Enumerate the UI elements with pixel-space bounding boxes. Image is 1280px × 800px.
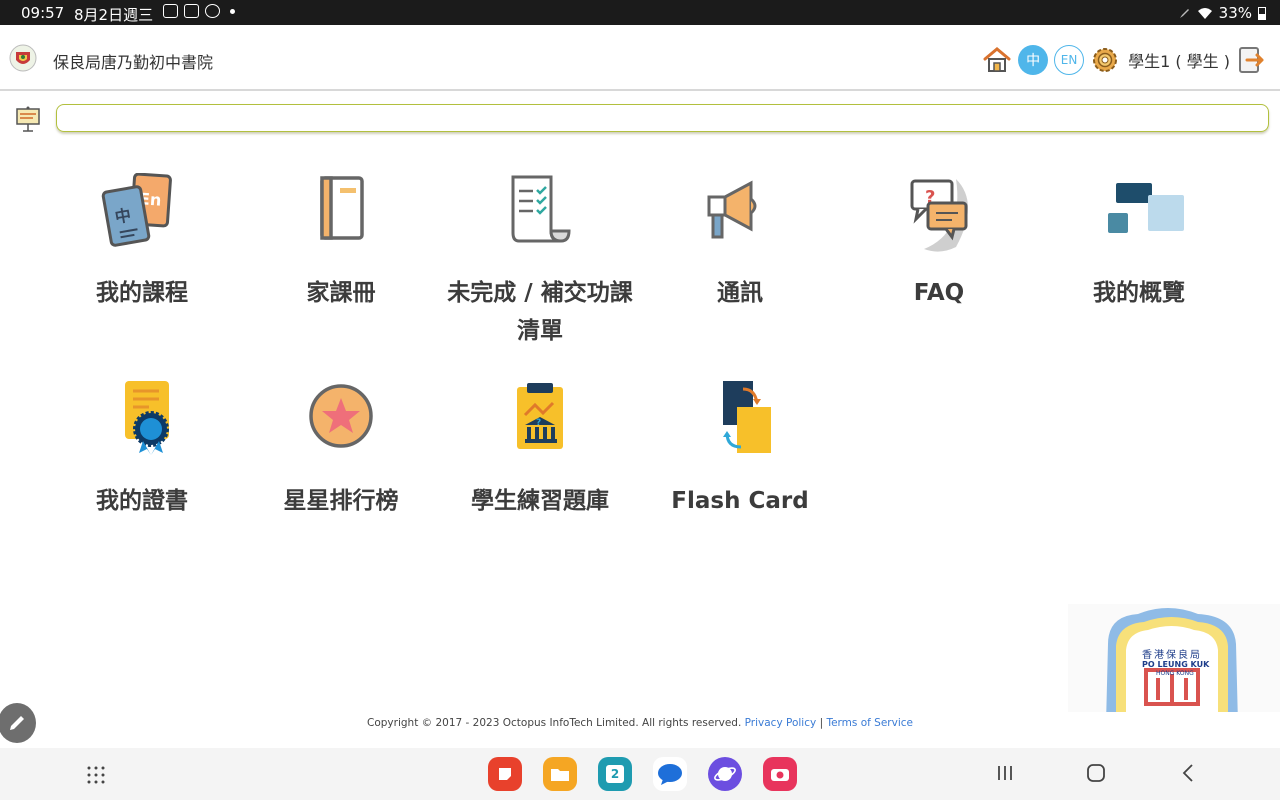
footer-separator: | xyxy=(819,717,824,729)
flash-card-icon xyxy=(723,381,771,453)
menu-communication[interactable]: 通訊 xyxy=(640,173,840,312)
menu-my-certificates[interactable]: 我的證書 xyxy=(42,381,242,520)
status-date: 8月2日週三 xyxy=(74,6,154,24)
my-files-app-icon[interactable] xyxy=(543,757,577,791)
camera-glyph-icon xyxy=(771,769,789,781)
menu-label: 星星排行榜 xyxy=(283,488,399,514)
po-leung-kuk-logo: 香港保良局 PO LEUNG KUK HONG KONG xyxy=(1068,604,1280,712)
status-time: 09:57 xyxy=(21,4,65,22)
school-name: 保良局唐乃勤初中書院 xyxy=(53,53,214,72)
homework-book-icon xyxy=(320,176,364,240)
menu-my-overview[interactable]: 我的概覽 xyxy=(1039,173,1239,312)
menu-label: FAQ xyxy=(913,280,965,306)
battery-icon xyxy=(1258,6,1266,20)
lang-zh-button[interactable]: 中 xyxy=(1018,45,1049,75)
internet-app-icon[interactable] xyxy=(708,757,742,791)
camera-app-icon[interactable] xyxy=(763,757,797,791)
sync-notification-icon xyxy=(205,4,220,18)
svg-text:中: 中 xyxy=(113,205,132,226)
logo-text-chinese: 香港保良局 xyxy=(1142,650,1202,661)
logo-text-english: PO LEUNG KUK xyxy=(1142,660,1210,669)
back-icon[interactable] xyxy=(1180,763,1198,783)
menu-pending-homework[interactable]: 未完成 / 補交功課清單 xyxy=(440,173,640,350)
home-icon[interactable] xyxy=(982,45,1012,75)
menu-label: 我的證書 xyxy=(96,488,188,514)
copyright-text: Copyright © 2017 - 2023 Octopus InfoTech… xyxy=(367,717,742,729)
status-right: 33% xyxy=(1179,4,1266,22)
user-name[interactable]: 學生1 ( 學生 ) xyxy=(1128,48,1230,72)
android-nav-bar: 2 xyxy=(0,748,1280,800)
more-notifications-dot xyxy=(230,8,235,14)
chat-bubble-icon xyxy=(658,764,682,785)
messages-app-icon[interactable] xyxy=(653,757,687,791)
school-logo-icon[interactable] xyxy=(9,44,37,72)
menu-label: 未完成 / 補交功課清單 xyxy=(447,280,633,344)
header-actions: 中 EN 學生1 ( 學生 ) xyxy=(982,45,1266,75)
menu-flash-card[interactable]: Flash Card xyxy=(640,381,840,520)
svg-text:?: ? xyxy=(536,418,541,428)
terms-of-service-link[interactable]: Terms of Service xyxy=(826,717,913,729)
notification-icons xyxy=(163,4,235,18)
menu-label: Flash Card xyxy=(671,488,809,514)
menu-my-courses[interactable]: En 中 我的課程 xyxy=(42,173,242,312)
faq-chat-icon: ? xyxy=(910,179,968,252)
menu-star-ranking[interactable]: 星星排行榜 xyxy=(241,381,441,520)
battery-percent: 33% xyxy=(1218,4,1252,22)
notice-board-icon[interactable] xyxy=(16,106,40,132)
notes-glyph-icon xyxy=(499,768,511,780)
megaphone-icon xyxy=(707,180,757,239)
question-bank-icon: ? xyxy=(517,383,563,449)
status-bar: 09:57 8月2日週三 33% xyxy=(0,0,1280,25)
folder-glyph-icon xyxy=(551,769,569,781)
footer: Copyright © 2017 - 2023 Octopus InfoTech… xyxy=(0,717,1280,729)
calendar-app-icon[interactable]: 2 xyxy=(598,757,632,791)
certificate-icon xyxy=(125,381,169,455)
logo-text-hongkong: HONG KONG xyxy=(1156,670,1194,677)
home-nav-icon[interactable] xyxy=(1086,763,1106,783)
star-icon xyxy=(309,384,373,448)
menu-label: 通訊 xyxy=(717,280,763,306)
app-drawer-icon[interactable] xyxy=(86,765,106,785)
menu-faq[interactable]: ? FAQ xyxy=(839,173,1039,312)
bilingual-books-icon: En 中 xyxy=(101,173,172,247)
menu-label: 學生練習題庫 xyxy=(471,488,609,514)
gallery-notification-icon xyxy=(163,4,178,18)
menu-label: 我的概覽 xyxy=(1093,280,1185,306)
menu-label: 家課冊 xyxy=(306,280,376,306)
lang-en-button[interactable]: EN xyxy=(1054,45,1085,75)
menu-label: 我的課程 xyxy=(96,280,188,306)
calendar-day: 2 xyxy=(606,765,624,783)
checklist-scroll-icon xyxy=(511,175,571,243)
pen-status-icon xyxy=(1179,9,1189,18)
logout-icon[interactable] xyxy=(1236,45,1266,75)
planet-icon xyxy=(714,767,736,781)
menu-homework-book[interactable]: 家課冊 xyxy=(241,173,441,312)
announcement-marquee[interactable] xyxy=(56,104,1269,132)
app-dock: 2 xyxy=(488,757,797,791)
privacy-policy-link[interactable]: Privacy Policy xyxy=(745,717,817,729)
recent-apps-icon[interactable] xyxy=(996,763,1014,783)
gmail-notification-icon xyxy=(184,4,199,18)
notes-app-icon[interactable] xyxy=(488,757,522,791)
app-header: 保良局唐乃勤初中書院 中 EN 學生1 ( 學生 ) xyxy=(0,25,1280,91)
overview-blocks-icon xyxy=(1108,183,1184,233)
wifi-icon xyxy=(1197,7,1212,19)
gear-icon[interactable] xyxy=(1090,45,1120,75)
menu-question-bank[interactable]: ? 學生練習題庫 xyxy=(440,381,640,520)
